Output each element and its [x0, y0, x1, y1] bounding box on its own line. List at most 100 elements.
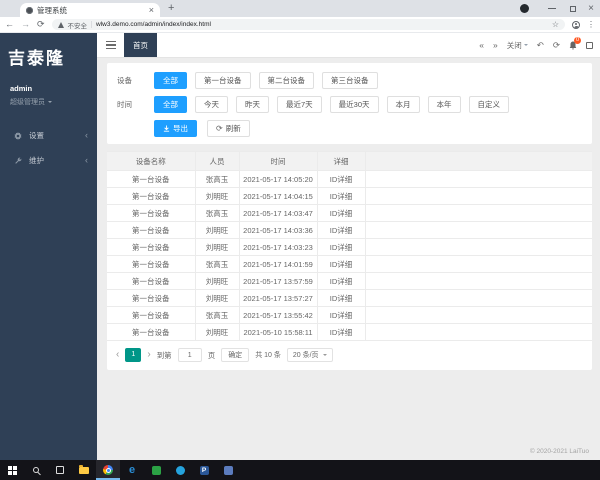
- device-filter-option[interactable]: 第二台设备: [258, 72, 314, 89]
- misc-app-icon: [223, 465, 233, 475]
- table-row: 第一台设备 张高玉 2021-05-17 14:05:20 ID详细: [107, 170, 592, 188]
- table-card: 设备名称 人员 时间 详细 第一台设备 张高玉 2021-05-17 14:05…: [107, 151, 592, 370]
- chevron-left-icon: ‹: [85, 130, 88, 140]
- bookmark-star-icon[interactable]: ☆: [552, 20, 559, 29]
- cell-detail-link[interactable]: ID详细: [316, 323, 366, 341]
- device-filter-row: 设备 全部 第一台设备 第二台设备 第三台设备: [117, 72, 582, 89]
- refresh-page-icon[interactable]: ⟳: [553, 40, 560, 51]
- chrome-profile-icon[interactable]: [572, 20, 580, 29]
- cell-empty: [364, 272, 592, 290]
- time-filter-option[interactable]: 全部: [154, 96, 187, 113]
- cell-detail-link[interactable]: ID详细: [316, 289, 366, 307]
- time-filter-option[interactable]: 自定义: [468, 96, 510, 113]
- cell-detail-link[interactable]: ID详细: [316, 204, 366, 222]
- folder-icon: [79, 464, 89, 474]
- goto-page-input[interactable]: [177, 348, 202, 362]
- address-bar[interactable]: 不安全 wlw3.demo.com/admin/index/index.html…: [51, 19, 565, 30]
- sidebar-item-settings[interactable]: 设置 ‹: [0, 123, 97, 148]
- task-view-button[interactable]: [48, 460, 72, 480]
- tab-favicon-icon: [26, 6, 33, 14]
- scroll-tabs-right-icon[interactable]: »: [493, 40, 498, 50]
- user-role-dropdown[interactable]: 超级管理员: [10, 97, 87, 107]
- time-filter-option[interactable]: 今天: [195, 96, 228, 113]
- navbar-right-icons: « » 关闭 ↶ ⟳ 0: [479, 36, 600, 51]
- username: admin: [10, 84, 33, 93]
- back-arrow-icon[interactable]: ↶: [537, 40, 544, 51]
- hamburger-menu-icon[interactable]: [106, 40, 116, 50]
- time-filter-option[interactable]: 最近7天: [277, 96, 322, 113]
- prev-page-icon[interactable]: ‹: [116, 350, 119, 360]
- fullscreen-icon[interactable]: [586, 41, 593, 49]
- sidebar-item-label: 设置: [29, 131, 44, 140]
- windows-start-button[interactable]: [0, 460, 24, 480]
- minimize-button[interactable]: [548, 8, 557, 9]
- cell-device-name: 第一台设备: [107, 255, 196, 273]
- col-empty: [364, 151, 592, 171]
- cell-detail-link[interactable]: ID详细: [316, 306, 366, 324]
- content-area: 设备 全部 第一台设备 第二台设备 第三台设备 时间 全部 今天 昨天 最近7天 最近30天本…: [97, 58, 600, 460]
- browser-profile-avatar[interactable]: [520, 4, 530, 13]
- maximize-button[interactable]: [570, 5, 577, 12]
- time-filter-option[interactable]: 本月: [386, 96, 420, 113]
- cell-device-name: 第一台设备: [107, 306, 196, 324]
- edge-taskbar-button[interactable]: e: [120, 460, 144, 480]
- p-app-button[interactable]: P: [192, 460, 216, 480]
- table-row: 第一台设备 张高玉 2021-05-17 13:55:42 ID详细: [107, 306, 592, 324]
- cell-detail-link[interactable]: ID详细: [316, 170, 366, 188]
- close-window-button[interactable]: ×: [588, 3, 594, 14]
- taskbar-search-button[interactable]: [24, 460, 48, 480]
- blue-round-app-button[interactable]: [168, 460, 192, 480]
- time-filter-row: 时间 全部 今天 昨天 最近7天 最近30天 本月 本年 自定义: [117, 96, 582, 113]
- device-filter-option[interactable]: 第三台设备: [322, 72, 378, 89]
- time-filter-option[interactable]: 本年: [427, 96, 461, 113]
- cell-detail-link[interactable]: ID详细: [316, 221, 366, 239]
- export-button[interactable]: 导出: [154, 120, 197, 137]
- tab-home[interactable]: 首页: [124, 33, 157, 57]
- file-explorer-button[interactable]: [72, 460, 96, 480]
- chevron-down-icon: [523, 44, 528, 48]
- cell-time: 2021-05-17 14:03:47: [238, 204, 318, 222]
- windows-taskbar: e P: [0, 460, 600, 480]
- blue-round-app-icon: [175, 465, 185, 475]
- table-header-row: 设备名称 人员 时间 详细: [107, 151, 592, 171]
- cell-time: 2021-05-17 13:55:42: [238, 306, 318, 324]
- notifications-bell[interactable]: 0: [569, 36, 582, 50]
- close-tabs-dropdown[interactable]: 关闭: [507, 40, 528, 51]
- sidebar-menu: 设置 ‹ 维护 ‹: [0, 123, 97, 173]
- chrome-taskbar-button[interactable]: [96, 460, 120, 480]
- cell-detail-link[interactable]: ID详细: [316, 255, 366, 273]
- green-app-button[interactable]: [144, 460, 168, 480]
- tab-close-icon[interactable]: ×: [149, 5, 154, 15]
- device-filter-option[interactable]: 全部: [154, 72, 187, 89]
- close-dropdown-label: 关闭: [506, 40, 522, 50]
- gear-icon: [14, 131, 22, 140]
- chrome-menu-icon[interactable]: ⋮: [587, 20, 595, 29]
- cell-empty: [364, 187, 592, 205]
- misc-app-button[interactable]: [216, 460, 240, 480]
- cell-person: 刘明旺: [194, 221, 240, 239]
- cell-detail-link[interactable]: ID详细: [316, 272, 366, 290]
- cell-device-name: 第一台设备: [107, 323, 196, 341]
- browser-toolbar: ← → ⟳ 不安全 wlw3.demo.com/admin/index/inde…: [0, 17, 600, 33]
- cell-detail-link[interactable]: ID详细: [316, 187, 366, 205]
- cell-device-name: 第一台设备: [107, 187, 196, 205]
- export-label: 导出: [173, 124, 188, 133]
- reload-icon[interactable]: ⟳: [37, 20, 45, 29]
- back-icon[interactable]: ←: [5, 20, 14, 29]
- cell-detail-link[interactable]: ID详细: [316, 238, 366, 256]
- cell-empty: [364, 323, 592, 341]
- current-page-button[interactable]: 1: [125, 348, 142, 362]
- time-filter-option[interactable]: 最近30天: [329, 96, 379, 113]
- device-filter-option[interactable]: 第一台设备: [195, 72, 251, 89]
- download-icon: [163, 125, 170, 132]
- new-tab-button[interactable]: +: [168, 2, 174, 14]
- scroll-tabs-left-icon[interactable]: «: [479, 40, 484, 50]
- page-size-select[interactable]: 20 条/页: [286, 348, 333, 362]
- refresh-button[interactable]: ⟳ 刷新: [207, 120, 250, 137]
- time-filter-option[interactable]: 昨天: [236, 96, 269, 113]
- sidebar-item-maintenance[interactable]: 维护 ‹: [0, 148, 97, 173]
- browser-tab[interactable]: 管理系统 ×: [20, 3, 160, 17]
- forward-icon[interactable]: →: [21, 20, 30, 29]
- next-page-icon[interactable]: ›: [147, 350, 150, 360]
- goto-confirm-button[interactable]: 确定: [221, 348, 250, 362]
